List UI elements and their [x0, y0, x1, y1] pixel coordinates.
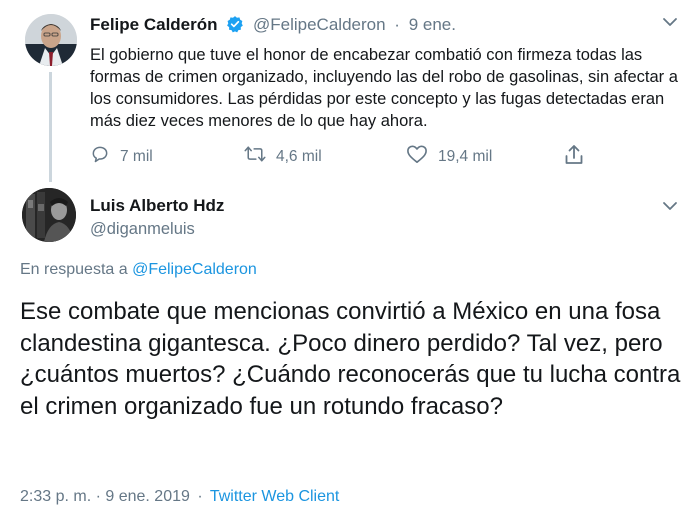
user-handle[interactable]: @FelipeCalderon	[253, 15, 386, 34]
tweet-timestamp[interactable]: 2:33 p. m. · 9 ene. 2019	[20, 488, 190, 505]
reply-display-name[interactable]: Luis Alberto Hdz	[90, 196, 224, 216]
separator-dot: ·	[197, 488, 203, 505]
client-link[interactable]: Twitter Web Client	[210, 488, 340, 505]
in-reply-prefix: En respuesta a	[20, 261, 128, 278]
reply-user-handle[interactable]: @diganmeluis	[90, 220, 195, 239]
retweet-button[interactable]: 4,6 mil	[244, 144, 322, 169]
tweet-time[interactable]: 9 ene.	[409, 15, 456, 34]
reply-tweet-text: Ese combate que mencionas convirtió a Mé…	[20, 298, 681, 420]
display-name[interactable]: Felipe Calderón	[90, 15, 218, 34]
chevron-down-icon[interactable]	[660, 12, 680, 32]
share-icon	[564, 144, 594, 171]
avatar[interactable]	[25, 14, 77, 66]
retweet-count: 4,6 mil	[276, 147, 322, 165]
reply-count: 7 mil	[120, 147, 153, 165]
in-reply-to: En respuesta a @FelipeCalderon	[20, 261, 257, 279]
in-reply-handle-link[interactable]: @FelipeCalderon	[132, 261, 257, 278]
tweet-actions: 7 mil 4,6 mil 19,4 mil	[90, 144, 600, 168]
avatar-image	[25, 14, 77, 66]
heart-icon	[406, 144, 438, 169]
share-button[interactable]	[564, 144, 594, 171]
reply-icon	[90, 144, 120, 169]
verified-badge-icon	[226, 15, 244, 38]
avatar[interactable]	[22, 188, 76, 242]
retweet-icon	[244, 144, 276, 169]
like-button[interactable]: 19,4 mil	[406, 144, 492, 169]
tweet-text: El gobierno que tuve el honor de encabez…	[90, 46, 678, 130]
parent-tweet-header: Felipe Calderón @FelipeCalderon · 9 ene.	[90, 15, 456, 38]
reply-button[interactable]: 7 mil	[90, 144, 153, 169]
thread-connector-line	[49, 72, 52, 182]
chevron-down-icon[interactable]	[660, 196, 680, 216]
avatar-image	[22, 188, 76, 242]
like-count: 19,4 mil	[438, 147, 493, 165]
parent-tweet[interactable]: Felipe Calderón @FelipeCalderon · 9 ene.…	[0, 0, 700, 182]
separator-dot: ·	[394, 15, 400, 34]
tweet-meta: 2:33 p. m. · 9 ene. 2019 · Twitter Web C…	[20, 488, 339, 506]
